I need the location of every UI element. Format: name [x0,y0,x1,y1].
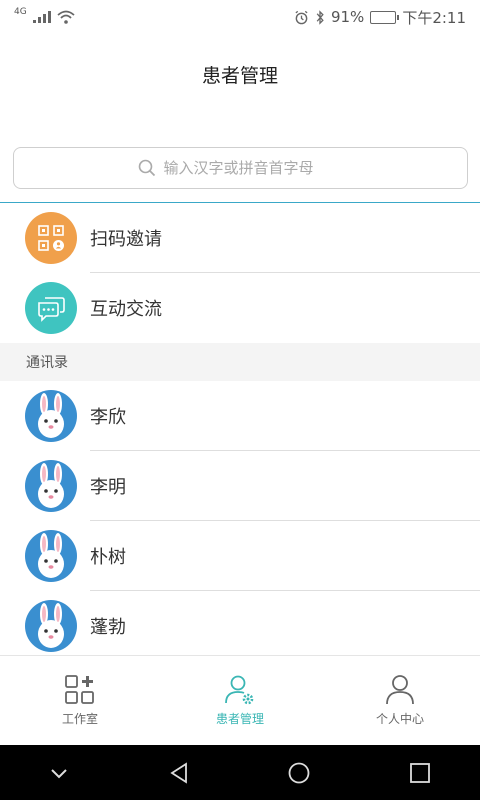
bottom-tab-bar: 工作室 患者管理 个人中心 [0,655,480,745]
chevron-down-icon[interactable] [48,762,70,784]
search-box[interactable] [13,147,468,189]
contact-name: 李明 [90,477,126,498]
section-title: 通讯录 [26,355,68,371]
tab-personal-center[interactable]: 个人中心 [320,656,480,745]
page-header: 患者管理 [0,34,480,114]
grid-plus-icon [65,675,94,704]
tab-label: 个人中心 [375,712,424,726]
system-nav-bar [0,745,480,800]
home-icon[interactable] [287,761,311,785]
status-left: 4G [14,7,75,24]
search-icon [138,159,155,177]
signal-icon [32,11,51,23]
person-icon [386,675,414,705]
rabbit-avatar-icon [25,460,77,512]
recents-icon[interactable] [408,761,432,785]
action-label: 互动交流 [90,299,162,320]
tab-label: 工作室 [61,712,98,726]
battery-percent: 91% [330,8,365,26]
status-bar: 4G 91% 下午2:11 [0,0,480,34]
user-gear-icon [225,675,254,705]
action-qr-invite[interactable]: 扫码邀请 [0,203,480,273]
rabbit-avatar-icon [25,600,77,652]
search-input[interactable] [163,159,344,177]
action-chat[interactable]: 互动交流 [0,273,480,343]
contact-name: 朴树 [90,547,126,568]
contacts-section-header: 通讯录 [0,343,480,381]
contact-row[interactable]: 蓬勃 [0,591,480,661]
chat-bubble-icon [25,282,77,334]
contact-name: 蓬勃 [90,617,126,638]
qr-invite-icon [25,212,77,264]
tab-studio[interactable]: 工作室 [0,656,160,745]
tab-label: 患者管理 [215,712,264,726]
alarm-icon [295,10,308,24]
patient-list: 扫码邀请 互动交流 通讯录 李欣 李明 朴树 蓬勃 [0,203,480,661]
bluetooth-icon [316,9,324,25]
wifi-icon [57,10,75,24]
network-type: 4G [14,7,27,17]
rabbit-avatar-icon [25,390,77,442]
page-title: 患者管理 [201,64,278,87]
contact-row[interactable]: 朴树 [0,521,480,591]
contact-row[interactable]: 李明 [0,451,480,521]
battery-icon [370,10,400,24]
status-right: 91% 下午2:11 [294,7,466,28]
rabbit-avatar-icon [25,530,77,582]
tab-patient-management[interactable]: 患者管理 [160,656,320,745]
back-icon[interactable] [167,761,191,785]
contact-row[interactable]: 李欣 [0,381,480,451]
action-label: 扫码邀请 [90,229,162,250]
contact-name: 李欣 [90,407,126,428]
clock: 下午2:11 [402,8,466,27]
